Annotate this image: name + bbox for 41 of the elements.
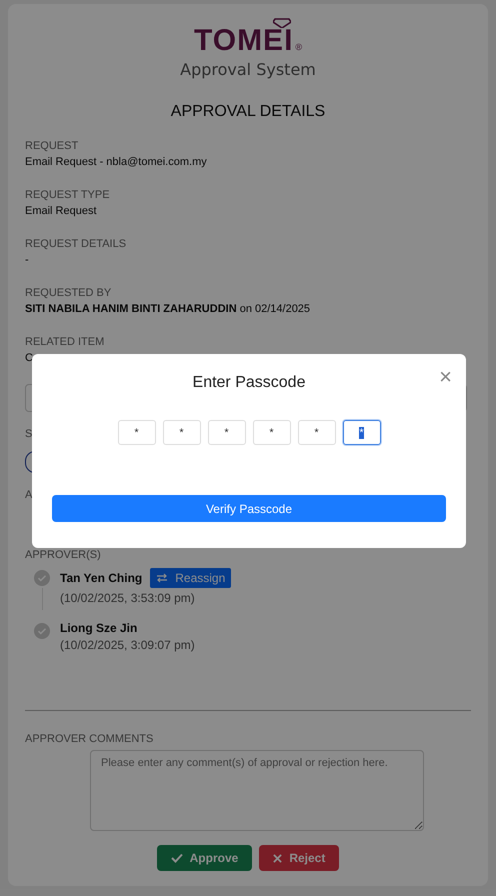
dialog-title: Enter Passcode (192, 374, 306, 392)
verify-button[interactable]: Verify Passcode (52, 495, 446, 522)
field-value: Email Request - nbla@tomei.com.my (25, 155, 208, 170)
field-label: REQUESTED BY (25, 287, 112, 300)
reassign-button[interactable]: Reassign (150, 568, 232, 588)
passcode-digit-field[interactable]: * (162, 420, 200, 445)
field-label: A (25, 489, 32, 502)
field-label: RELATED ITEM (25, 336, 104, 349)
reject-button[interactable]: Reject (259, 845, 340, 871)
check-icon (34, 570, 50, 586)
field-value: Email Request (25, 204, 98, 219)
field-label: REQUEST TYPE (25, 189, 110, 202)
approver-name: Liong Sze Jin (60, 621, 138, 635)
registered-mark: ® (295, 42, 302, 52)
check-icon (34, 623, 50, 639)
approval-time: (10/02/2025, 3:09:07 pm) (60, 638, 195, 652)
approve-button[interactable]: Approve (156, 845, 252, 871)
passcode-digit-field[interactable]: * (342, 420, 380, 445)
field-value: - (25, 253, 30, 268)
passcode-digit-field[interactable]: * (252, 420, 290, 445)
close-button[interactable]: × (439, 366, 452, 388)
approval-time: (10/02/2025, 3:53:09 pm) (60, 591, 196, 605)
logo-subtitle: Approval System (179, 60, 317, 79)
diamond-icon (273, 18, 292, 28)
passcode-digit-field[interactable]: * (118, 420, 156, 445)
logo-wordmark: TOMEI (194, 24, 294, 57)
swap-icon (156, 573, 168, 583)
field-label: REQUEST (25, 140, 78, 153)
page-title: APPROVAL DETAILS (170, 103, 326, 121)
field-value: SITI NABILA HANIM BINTI ZAHARUDDIN on 02/14/2025 (25, 302, 312, 317)
approver-name: Tan Yen Ching (60, 571, 142, 585)
passcode-digit-field[interactable]: * (208, 420, 246, 445)
field-label: APPROVER(S) (25, 549, 101, 562)
field-label: APPROVER COMMENTS (25, 733, 154, 746)
field-label: REQUEST DETAILS (25, 238, 126, 251)
comments-field[interactable]: Please enter any comment(s) of approval or rejection here. (90, 750, 424, 831)
field-label: S (25, 428, 32, 441)
check-icon (170, 853, 183, 863)
close-icon (273, 854, 282, 862)
field-value: C (25, 351, 34, 366)
passcode-digit-field[interactable]: * (298, 420, 336, 445)
